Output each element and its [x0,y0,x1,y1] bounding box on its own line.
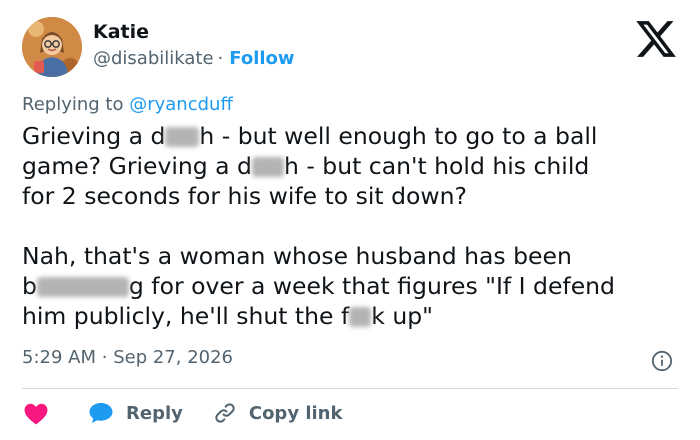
tweet-line-text: h - but well enough to go to a ball [199,122,598,150]
heart-icon[interactable] [22,401,50,425]
timestamp-separator: · [101,347,108,368]
censor-blur [349,307,372,327]
author-handle[interactable]: @disabilikate [93,48,214,69]
tweet-line-text: k up" [371,302,433,330]
tweet-line: game? Grieving a d h - but can't hold his… [22,151,682,181]
x-logo-icon[interactable] [634,17,678,61]
reply-button[interactable]: Reply [88,401,183,425]
tweet-line-text: game? Grieving a d [22,152,252,180]
censor-blur [251,157,284,177]
copy-link-button[interactable]: Copy link [213,401,343,425]
tweet-line: Grieving a d h - but well enough to go to… [22,121,682,151]
tweet-line-text: Nah, that's a woman whose husband has be… [22,242,572,270]
tweet-line: Nah, that's a woman whose husband has be… [22,241,682,271]
avatar[interactable] [22,17,82,77]
author-handle-row: @disabilikate · Follow [93,48,295,69]
divider [22,388,678,389]
link-icon [215,403,235,423]
mention-link[interactable]: @ryancduff [129,94,233,115]
copy-link-label: Copy link [248,402,343,424]
tweet-timestamp[interactable]: 5:29 AM · Sep 27, 2026 [22,347,233,368]
tweet-text: Grieving a d h - but well enough to go to… [22,121,682,331]
handle-separator: · [217,48,224,69]
reply-prefix: Replying to [22,94,124,115]
reply-label: Reply [126,402,183,424]
tweet-time: 5:29 AM [22,347,96,368]
memoji-avatar-image [22,17,82,77]
tweet-date: Sep 27, 2026 [113,347,234,368]
info-icon[interactable] [651,350,673,372]
censor-blur [36,277,129,297]
reply-context: Replying to @ryancduff [22,94,233,115]
tweet-line-text: g for over a week that figures "If I def… [128,272,615,300]
tweet-line: b g for over a week that figures "If I de… [22,271,682,301]
tweet-line-text: him publicly, he'll shut the f [22,302,350,330]
author-name[interactable]: Katie [93,21,149,43]
tweet-line-text: h - but can't hold his child [283,152,590,180]
tweet-line: for 2 seconds for his wife to sit down? [22,181,682,211]
tweet-line: him publicly, he'll shut the f k up" [22,301,682,331]
follow-button[interactable]: Follow [229,48,294,69]
tweet-line-text: Grieving a d [22,122,166,150]
tweet-line-text: for 2 seconds for his wife to sit down? [22,182,467,210]
speech-bubble-icon [89,403,113,423]
action-bar: Reply Copy link [22,399,342,427]
censor-blur [165,127,200,147]
tweet-line-text: b [22,272,37,300]
